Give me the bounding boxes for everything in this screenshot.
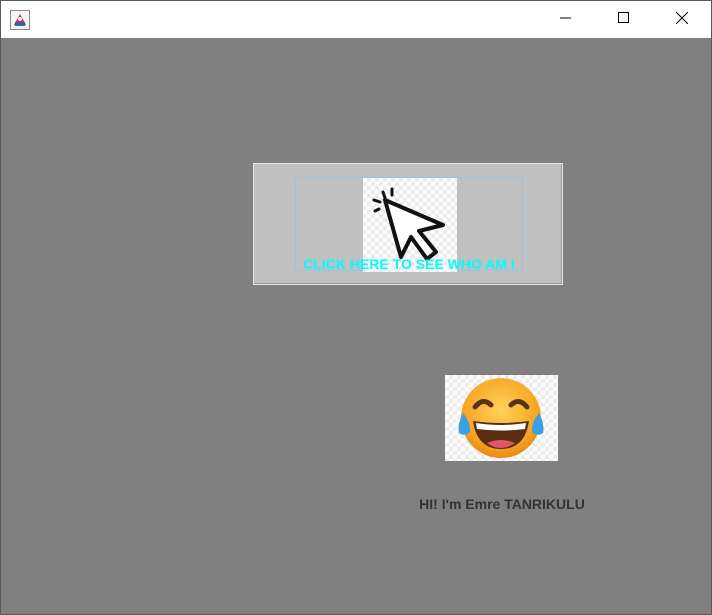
who-am-i-button-label: CLICK HERE TO SEE WHO AM I — [303, 256, 515, 272]
close-button[interactable] — [653, 1, 711, 38]
who-am-i-button[interactable]: CLICK HERE TO SEE WHO AM I — [253, 163, 563, 285]
face-with-tears-of-joy-icon — [445, 375, 558, 461]
close-icon — [675, 11, 689, 29]
greeting-text: HI! I'm Emre TANRIKULU — [419, 496, 585, 512]
maximize-icon — [618, 11, 630, 29]
content-pane: CLICK HERE TO SEE WHO AM I HI! I'm Emre … — [1, 38, 711, 614]
maximize-button[interactable] — [595, 1, 653, 38]
app-window: CLICK HERE TO SEE WHO AM I HI! I'm Emre … — [0, 0, 712, 615]
minimize-button[interactable] — [537, 1, 595, 38]
minimize-icon — [560, 11, 572, 29]
title-bar[interactable] — [1, 1, 711, 38]
java-app-icon[interactable] — [10, 10, 30, 30]
